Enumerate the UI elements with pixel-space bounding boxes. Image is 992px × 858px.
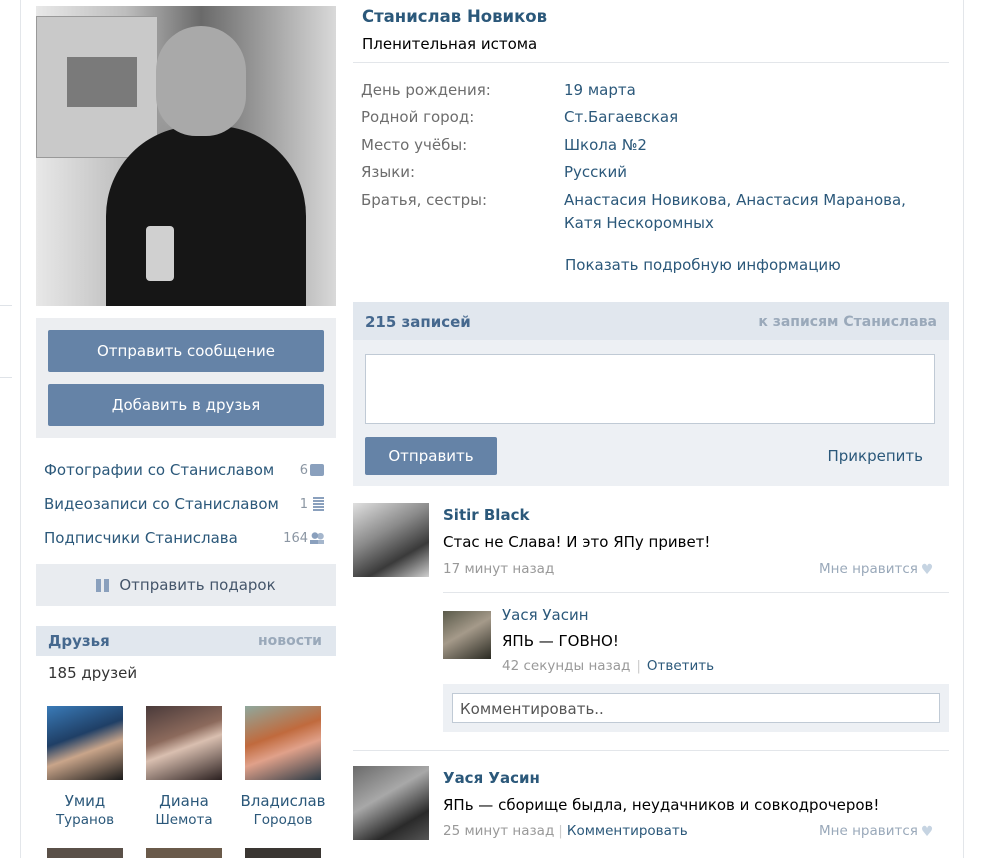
subscribers-link-label: Подписчики Станислава (44, 529, 238, 547)
post-author-avatar[interactable] (353, 503, 429, 577)
wall-post-input[interactable] (365, 354, 935, 424)
photo-figure (106, 126, 306, 306)
comment-meta: 42 секунды назад | Ответить (502, 658, 714, 674)
gift-icon (96, 578, 110, 592)
friend-item[interactable]: Диана Шемота (139, 706, 229, 828)
reply-link[interactable]: Ответить (647, 658, 714, 674)
send-gift-label: Отправить подарок (119, 576, 276, 594)
info-label: День рождения: (361, 81, 491, 99)
comment-text: ЯПЬ — ГОВНО! (502, 632, 619, 650)
info-label: Родной город: (361, 108, 475, 126)
info-value-link[interactable]: Ст.Багаевская (564, 108, 678, 126)
post-author-name[interactable]: Sitir Black (443, 506, 529, 524)
like-label: Мне нравится (819, 823, 918, 839)
camera-icon (310, 464, 324, 476)
friend-first-name[interactable]: Умид (40, 792, 130, 810)
friends-count[interactable]: 185 друзей (48, 664, 137, 682)
friends-title[interactable]: Друзья (48, 632, 110, 650)
friend-item[interactable]: Владислав Городов (238, 706, 328, 828)
friend-avatar[interactable] (146, 706, 222, 780)
subscribers-link[interactable]: Подписчики Станислава 164 (44, 526, 336, 550)
page-right-border (963, 0, 964, 858)
comment-link[interactable]: Комментировать (567, 823, 688, 839)
videos-link-label: Видеозаписи со Станиславом (44, 495, 279, 513)
info-value-link[interactable]: Русский (564, 163, 627, 181)
videos-with-user-link[interactable]: Видеозаписи со Станиславом 1 (44, 492, 336, 516)
photos-count: 6 (299, 462, 308, 478)
info-value-link[interactable]: Школа №2 (564, 136, 647, 154)
videos-count: 1 (299, 496, 308, 512)
friends-news-link[interactable]: новости (258, 633, 322, 649)
divider (353, 750, 949, 751)
friend-first-name[interactable]: Диана (139, 792, 229, 810)
comment-form: Комментировать.. (443, 684, 949, 732)
page-left-border (20, 0, 21, 858)
friend-first-name[interactable]: Владислав (238, 792, 328, 810)
info-label: Братья, сестры: (361, 191, 488, 209)
info-label: Место учёбы: (361, 136, 468, 154)
friend-avatar-partial[interactable] (47, 848, 123, 858)
meta-separator: | (558, 823, 563, 839)
like-button[interactable]: Мне нравится ♥ (819, 561, 935, 577)
friend-last-name[interactable]: Шемота (139, 812, 229, 828)
comment-input[interactable]: Комментировать.. (452, 693, 940, 723)
photo-background-bus (36, 16, 158, 158)
photos-link-label: Фотографии со Станиславом (44, 461, 275, 479)
divider (353, 62, 949, 63)
comment-author-avatar[interactable] (443, 611, 491, 659)
friend-last-name[interactable]: Туранов (40, 812, 130, 828)
to-user-posts-link[interactable]: к записям Станислава (758, 314, 937, 330)
friend-avatar-partial[interactable] (146, 848, 222, 858)
like-label: Мне нравится (819, 561, 918, 577)
comment-time[interactable]: 42 секунды назад (502, 658, 630, 674)
photo-can (146, 226, 174, 281)
post-time[interactable]: 17 минут назад (443, 561, 554, 577)
wall-header: 215 записей к записям Станислава (353, 302, 949, 340)
profile-actions-panel: Отправить сообщение Добавить в друзья (36, 318, 336, 438)
heart-icon: ♥ (920, 824, 934, 840)
add-friend-button[interactable]: Добавить в друзья (48, 384, 324, 426)
siblings-links[interactable]: Анастасия Новикова, Анастасия Маранова, (564, 191, 906, 209)
friend-item[interactable]: Умид Туранов (40, 706, 130, 828)
friends-header: Друзья новости (36, 626, 336, 656)
profile-name: Станислав Новиков (362, 7, 548, 26)
post-meta: 25 минут назад | Комментировать (443, 823, 688, 839)
outer-divider (0, 377, 12, 378)
send-gift-button[interactable]: Отправить подарок (36, 564, 336, 606)
film-icon (313, 497, 324, 511)
photo-head (156, 26, 246, 136)
post-time[interactable]: 25 минут назад (443, 823, 554, 839)
wall-send-button[interactable]: Отправить (365, 437, 497, 475)
friend-avatar-partial[interactable] (245, 848, 321, 858)
friend-avatar[interactable] (245, 706, 321, 780)
people-icon (310, 532, 324, 544)
post-author-name[interactable]: Уася Уасин (443, 769, 540, 787)
attach-link[interactable]: Прикрепить (828, 447, 924, 465)
wall-posts-count[interactable]: 215 записей (365, 313, 471, 331)
divider (443, 592, 949, 593)
comment-author-name[interactable]: Уася Уасин (502, 606, 589, 624)
subscribers-count: 164 (283, 530, 308, 546)
post-text: Стас не Слава! И это ЯПу привет! (443, 533, 711, 551)
post-author-avatar[interactable] (353, 766, 429, 840)
profile-status[interactable]: Пленительная истома (362, 35, 537, 53)
outer-divider (0, 305, 12, 306)
info-label: Языки: (361, 163, 416, 181)
post-text: ЯПь — сборище быдла, неудачников и совко… (443, 796, 880, 814)
heart-icon: ♥ (920, 562, 934, 578)
like-button[interactable]: Мне нравится ♥ (819, 823, 935, 839)
info-value-link[interactable]: 19 марта (564, 81, 636, 99)
photos-with-user-link[interactable]: Фотографии со Станиславом 6 (44, 458, 336, 482)
siblings-link-continued[interactable]: Катя Нескоромных (564, 214, 714, 232)
meta-separator: | (636, 658, 641, 674)
wall-post-form: Отправить Прикрепить (353, 340, 949, 486)
send-message-button[interactable]: Отправить сообщение (48, 330, 324, 372)
friend-avatar[interactable] (47, 706, 123, 780)
friend-last-name[interactable]: Городов (238, 812, 328, 828)
profile-photo[interactable] (36, 6, 336, 306)
show-more-info-link[interactable]: Показать подробную информацию (565, 256, 841, 274)
